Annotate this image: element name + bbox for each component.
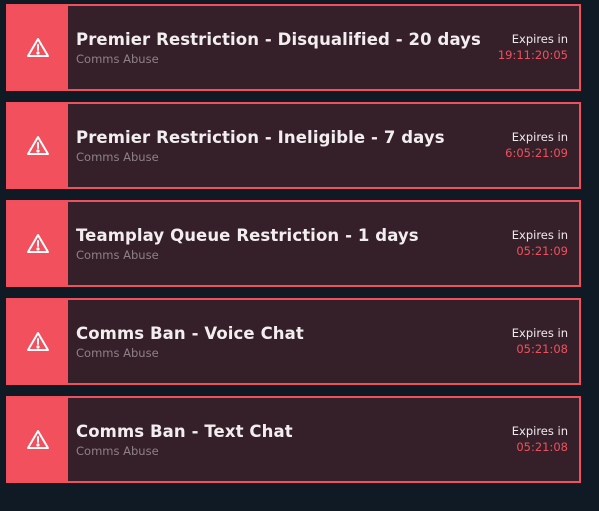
restriction-reason: Comms Abuse [76,443,159,458]
restriction-reason: Comms Abuse [76,51,159,66]
expires-time: 19:11:20:05 [497,48,568,62]
warning-icon [27,135,49,155]
warning-icon-box [8,6,68,89]
expires-time: 6:05:21:09 [505,146,568,160]
restriction-title: Comms Ban - Voice Chat [76,323,304,343]
warning-icon-box [8,300,68,383]
restriction-title: Premier Restriction - Disqualified - 20 … [76,29,481,49]
restriction-content: Premier Restriction - Ineligible - 7 day… [68,104,505,187]
restriction-reason: Comms Abuse [76,247,159,262]
restriction-expiry: Expires in 05:21:08 [512,398,579,481]
warning-icon-box [8,104,68,187]
restriction-expiry: Expires in 05:21:08 [512,300,579,383]
restriction-expiry: Expires in 05:21:09 [512,202,579,285]
restriction-expiry: Expires in 6:05:21:09 [505,104,579,187]
expires-label: Expires in [511,130,568,144]
expires-time: 05:21:08 [516,440,568,454]
restrictions-list: Premier Restriction - Disqualified - 20 … [6,4,581,494]
restriction-card[interactable]: Comms Ban - Text Chat Comms Abuse Expire… [6,396,581,483]
restriction-card[interactable]: Comms Ban - Voice Chat Comms Abuse Expir… [6,298,581,385]
restriction-expiry: Expires in 19:11:20:05 [498,6,579,89]
warning-icon-box [8,398,68,481]
warning-icon [27,429,49,449]
restriction-title: Premier Restriction - Ineligible - 7 day… [76,127,445,147]
warning-icon [27,233,49,253]
restriction-title: Comms Ban - Text Chat [76,421,293,441]
restriction-reason: Comms Abuse [76,149,159,164]
expires-label: Expires in [511,228,568,242]
restriction-reason: Comms Abuse [76,345,159,360]
expires-label: Expires in [511,424,568,438]
expires-label: Expires in [511,326,568,340]
expires-label: Expires in [511,32,568,46]
restriction-content: Comms Ban - Text Chat Comms Abuse [68,398,512,481]
restriction-content: Comms Ban - Voice Chat Comms Abuse [68,300,512,383]
restriction-card[interactable]: Teamplay Queue Restriction - 1 days Comm… [6,200,581,287]
expires-time: 05:21:09 [516,244,568,258]
restriction-card[interactable]: Premier Restriction - Ineligible - 7 day… [6,102,581,189]
restriction-content: Premier Restriction - Disqualified - 20 … [68,6,498,89]
restriction-card[interactable]: Premier Restriction - Disqualified - 20 … [6,4,581,91]
warning-icon [27,331,49,351]
warning-icon [27,37,49,57]
warning-icon-box [8,202,68,285]
restriction-content: Teamplay Queue Restriction - 1 days Comm… [68,202,512,285]
expires-time: 05:21:08 [516,342,568,356]
restriction-title: Teamplay Queue Restriction - 1 days [76,225,419,245]
